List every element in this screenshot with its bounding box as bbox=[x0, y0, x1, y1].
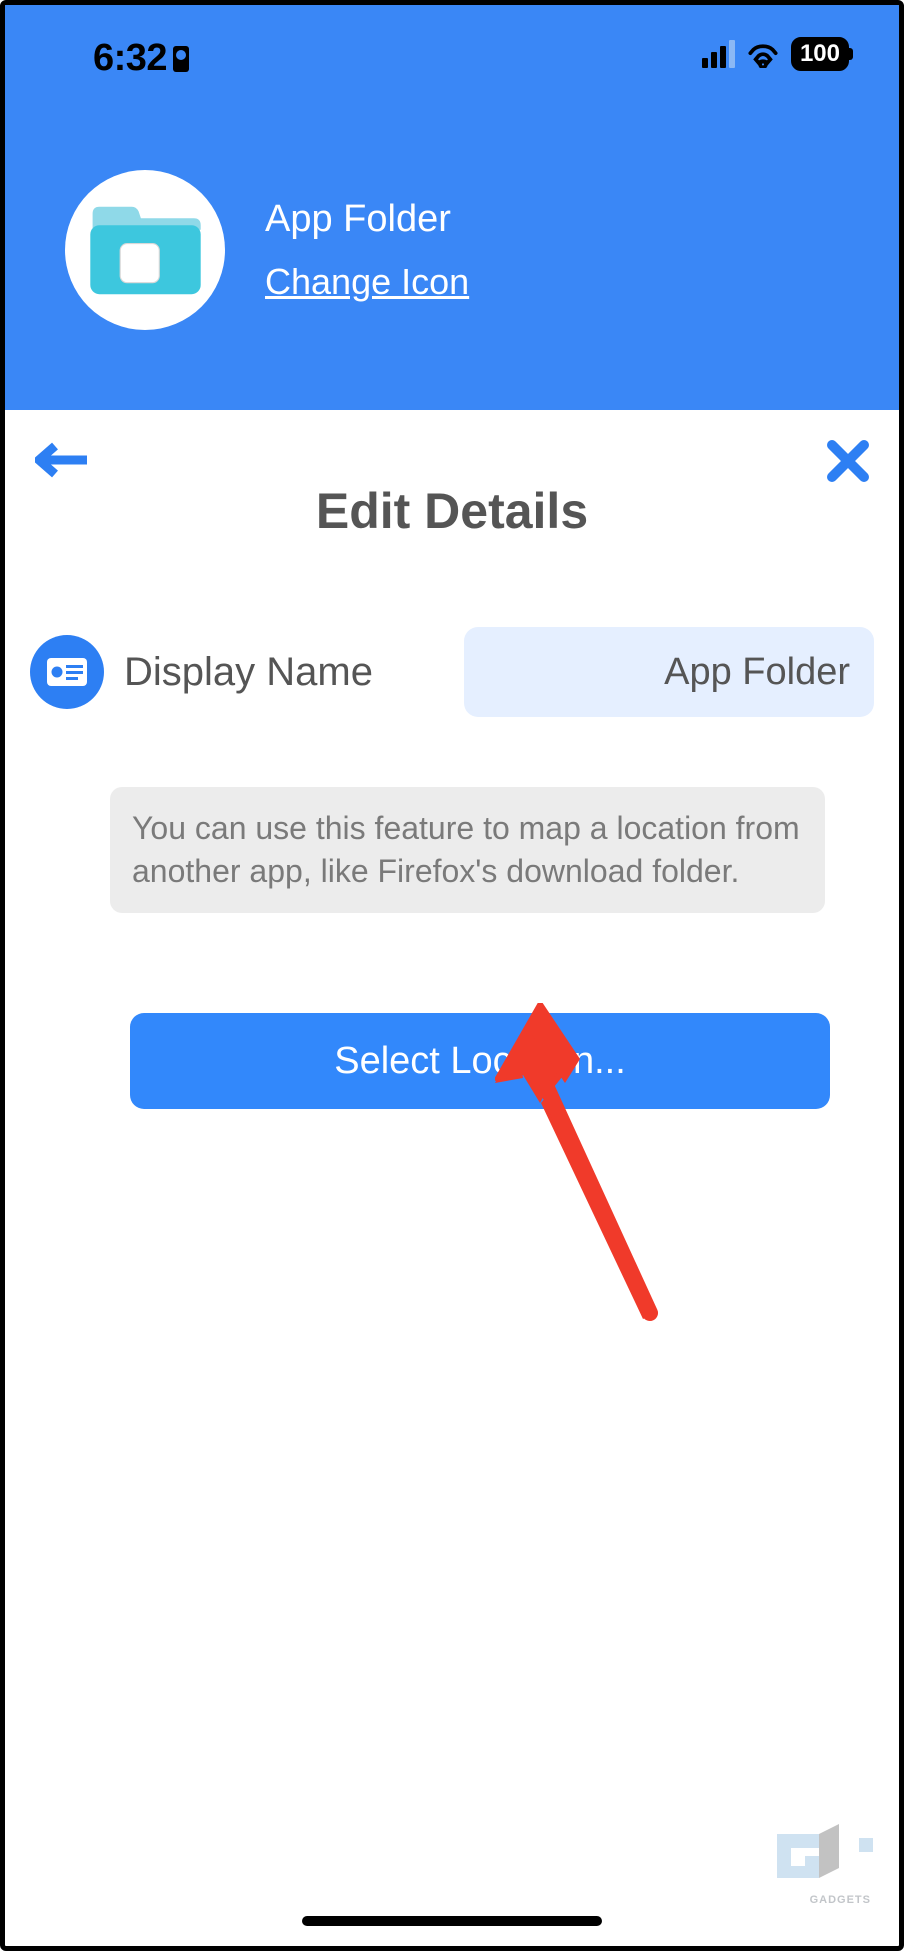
watermark: GADGETS bbox=[769, 1816, 879, 1906]
field-icon-circle bbox=[30, 635, 104, 709]
folder-title: App Folder bbox=[265, 198, 469, 241]
close-button[interactable] bbox=[827, 440, 869, 482]
battery-level-text: 100 bbox=[800, 40, 840, 67]
folder-icon bbox=[88, 203, 203, 298]
status-bar: 6:32 100 bbox=[5, 5, 899, 120]
display-name-value: App Folder bbox=[664, 651, 850, 694]
close-icon bbox=[827, 440, 869, 482]
folder-header: App Folder Change Icon bbox=[5, 120, 899, 410]
id-card-icon bbox=[46, 657, 88, 687]
info-description: You can use this feature to map a locati… bbox=[110, 787, 825, 913]
change-icon-link[interactable]: Change Icon bbox=[265, 261, 469, 303]
camera-indicator-icon bbox=[173, 46, 189, 72]
folder-avatar[interactable] bbox=[65, 170, 225, 330]
status-time: 6:32 bbox=[93, 37, 189, 80]
status-icons: 100 bbox=[702, 37, 849, 71]
select-location-button[interactable]: Select Location... bbox=[130, 1013, 830, 1109]
watermark-text: GADGETS bbox=[810, 1894, 871, 1906]
time-text: 6:32 bbox=[93, 37, 167, 80]
display-name-row: Display Name App Folder bbox=[30, 627, 874, 717]
battery-icon: 100 bbox=[791, 37, 849, 71]
back-arrow-icon bbox=[35, 440, 89, 480]
display-name-input[interactable]: App Folder bbox=[464, 627, 874, 717]
back-button[interactable] bbox=[35, 440, 89, 480]
cellular-signal-icon bbox=[702, 40, 735, 68]
watermark-logo-icon bbox=[769, 1816, 879, 1906]
display-name-label: Display Name bbox=[124, 650, 444, 695]
home-indicator[interactable] bbox=[302, 1916, 602, 1926]
page-title: Edit Details bbox=[5, 482, 899, 540]
wifi-icon bbox=[747, 40, 779, 68]
